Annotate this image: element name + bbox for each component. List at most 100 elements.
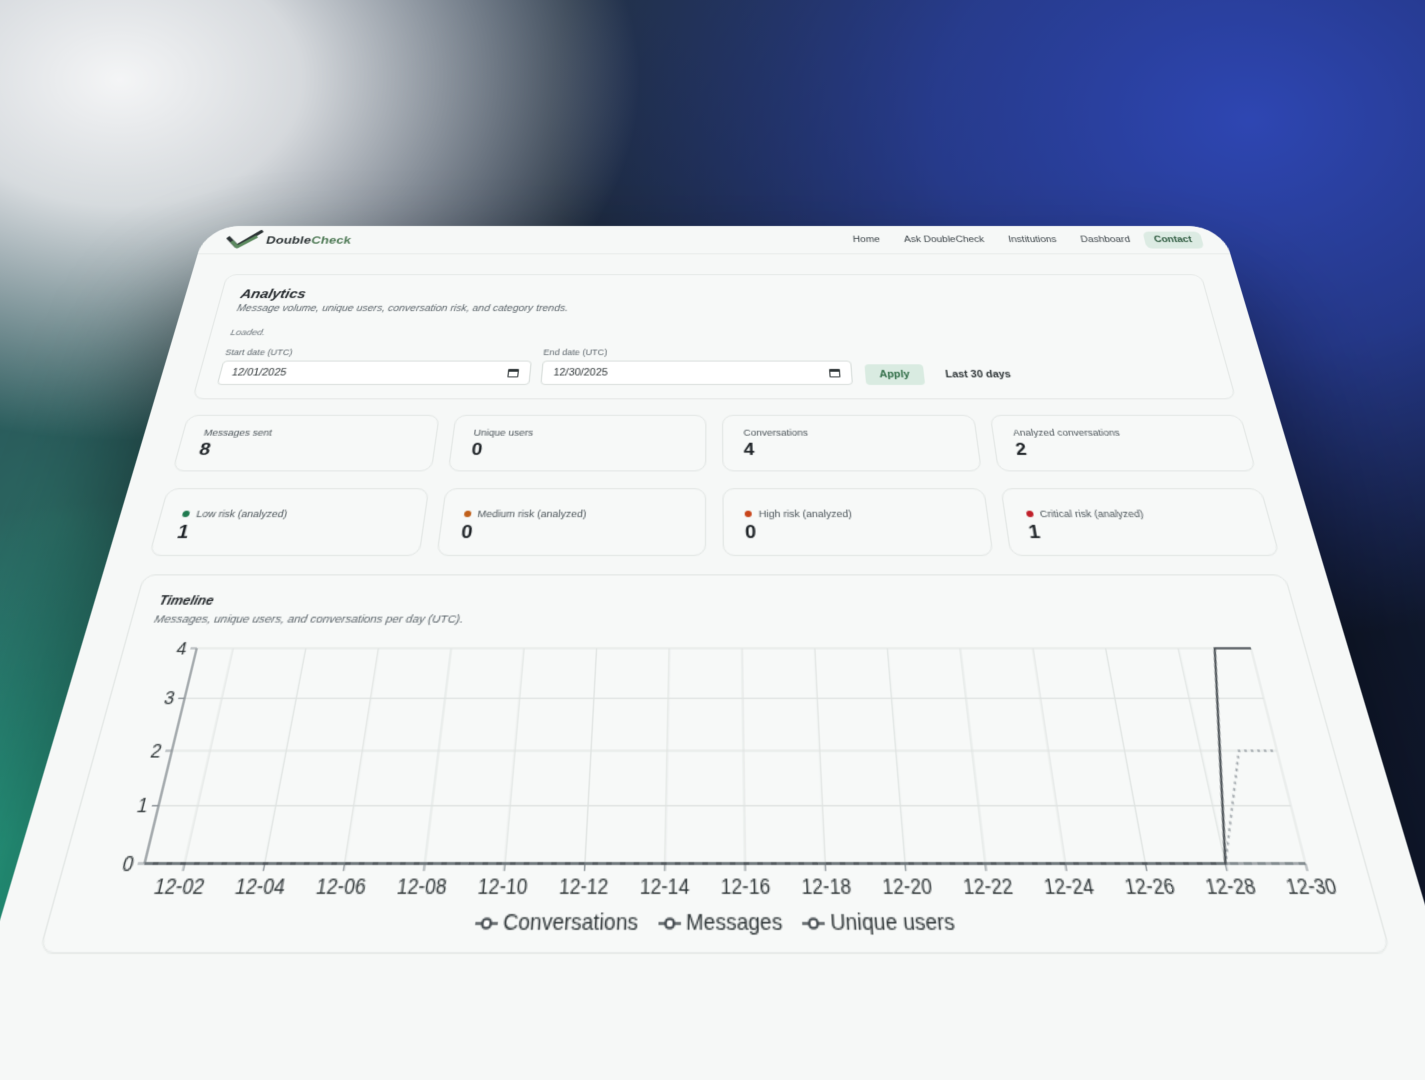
stat-card-messages-sent: Messages sent 8 [172,414,440,472]
risk-label: Critical risk (analyzed) [1025,508,1248,519]
series-line-conversations [145,751,1306,864]
grid-line-x [1033,648,1065,863]
start-date-field: Start date (UTC) 12/01/2025 [216,347,533,385]
y-tick-label: 1 [134,794,150,817]
timeline-title: Timeline [157,594,216,609]
legend-label: Conversations [501,909,639,937]
calendar-icon[interactable] [829,368,841,377]
start-date-label: Start date (UTC) [224,347,294,357]
legend-item[interactable]: Messages [658,909,783,936]
apply-button[interactable]: Apply [864,364,925,385]
legend-swatch-icon [658,915,681,931]
grid-line-x [345,648,379,863]
risk-dot-medium [463,510,472,518]
y-tick-label: 4 [174,638,189,658]
grid-line-x [887,648,905,863]
series-line-messages [145,648,1306,863]
grid-line-x [1251,648,1306,863]
page-title: Analytics [239,286,308,301]
timeline-panel: Timeline Messages, unique users, and con… [38,574,1392,954]
grid-line-x [1178,648,1225,863]
x-tick-label: 12-20 [881,874,933,899]
legend-swatch-icon [802,915,825,931]
risk-value: 0 [744,521,757,543]
stat-card-analyzed-conversations: Analyzed conversations 2 [989,414,1257,472]
legend-item[interactable]: Conversations [474,909,639,936]
y-tick-label: 3 [162,688,177,709]
x-tick-label: 12-04 [233,874,287,899]
x-tick-label: 12-22 [962,874,1015,899]
brand-name: DoubleCheck [265,234,353,246]
stat-label: Unique users [473,427,534,438]
stat-value: 4 [743,439,755,460]
risk-label: Low risk (analyzed) [181,508,404,519]
risk-label-text: Low risk (analyzed) [195,508,289,520]
risk-value: 1 [1027,521,1042,543]
x-tick-label: 12-14 [639,874,689,899]
main-content: Analytics Message volume, unique users, … [0,254,1425,954]
risk-value: 1 [174,521,192,543]
nav-contact[interactable]: Contact [1142,231,1205,249]
nav-institutions[interactable]: Institutions [997,231,1069,248]
risk-dot-critical [1025,510,1034,518]
summary-stats-row: Messages sent 8 Unique users 0 Conversat… [172,414,1257,472]
risk-label-text: Critical risk (analyzed) [1038,508,1145,520]
risk-label-text: Medium risk (analyzed) [477,508,587,520]
x-tick-label: 12-12 [558,874,609,899]
end-date-label: End date (UTC) [542,347,608,357]
risk-label: Medium risk (analyzed) [463,508,684,519]
x-tick-label: 12-08 [396,874,449,899]
legend-item[interactable]: Unique users [802,909,957,937]
double-check-logo-icon [223,230,265,249]
risk-value: 0 [460,521,474,543]
x-tick-label: 12-18 [801,874,852,899]
grid-line-x [1106,648,1146,863]
x-tick-label: 12-16 [721,874,771,899]
stat-value: 0 [470,439,484,460]
analytics-panel: Analytics Message volume, unique users, … [192,274,1237,400]
page-subtitle: Message volume, unique users, conversati… [235,304,569,314]
start-date-input[interactable]: 12/01/2025 [216,360,532,385]
risk-dot-high [744,510,752,518]
risk-stats-row: Low risk (analyzed) 1 Medium risk (analy… [148,488,1281,557]
nav-home[interactable]: Home [842,231,891,248]
grid-line-x [742,648,745,863]
stat-label: Conversations [743,427,809,438]
x-tick-label: 12-26 [1123,874,1177,899]
y-tick-label: 0 [120,851,137,875]
calendar-icon[interactable] [507,368,520,377]
x-tick-label: 12-28 [1203,874,1258,899]
grid-line-x [585,648,597,863]
start-date-value: 12/01/2025 [230,367,288,378]
brand-logo[interactable]: DoubleCheck [223,230,353,249]
grid-line-x [185,648,233,863]
stat-label: Messages sent [202,427,274,438]
range-note: Last 30 days [944,369,1012,381]
risk-card-low: Low risk (analyzed) 1 [148,488,429,557]
legend-label: Messages [685,909,783,937]
nav-dashboard[interactable]: Dashboard [1069,231,1142,248]
brand-name-part1: Double [264,233,313,246]
app-window: DoubleCheck Home Ask DoubleCheck Institu… [0,226,1425,1080]
legend-swatch-icon [474,915,498,931]
x-tick-label: 12-06 [314,874,368,899]
date-filter-row: Start date (UTC) 12/01/2025 End date (UT… [216,347,1212,385]
grid-line-x [425,648,451,863]
y-tick-label: 2 [148,740,164,762]
nav-ask-doublecheck[interactable]: Ask DoubleCheck [893,231,996,248]
end-date-field: End date (UTC) 12/30/2025 [540,347,854,385]
brand-name-part2: Check [310,233,353,246]
risk-card-critical: Critical risk (analyzed) 1 [999,488,1281,557]
stat-card-unique-users: Unique users 0 [447,414,707,472]
legend-label: Unique users [829,909,957,937]
grid-line-x [815,648,825,863]
nav-links: Home Ask DoubleCheck Institutions Dashbo… [842,231,1205,249]
legend-swatch-marker [481,918,490,927]
end-date-input[interactable]: 12/30/2025 [540,360,854,385]
grid-line-x [505,648,524,863]
risk-dot-low [181,510,191,518]
x-tick-label: 12-02 [152,874,207,899]
timeline-subtitle: Messages, unique users, and conversation… [152,613,464,627]
legend-swatch-marker [665,918,674,927]
risk-card-medium: Medium risk (analyzed) 0 [435,488,707,557]
